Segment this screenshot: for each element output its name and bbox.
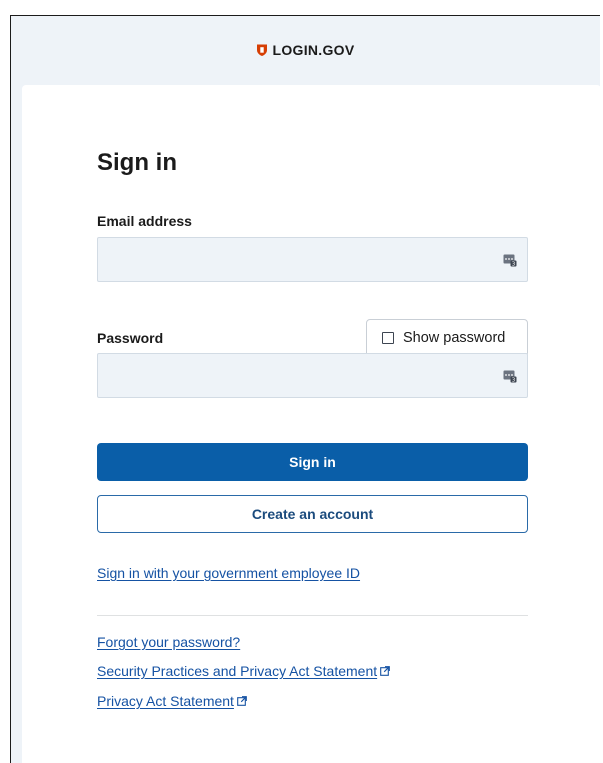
external-link-icon <box>237 696 247 706</box>
show-password-toggle[interactable]: Show password <box>366 319 528 357</box>
piv-cac-sign-in-link[interactable]: Sign in with your government employee ID <box>97 565 360 581</box>
brand-name: LOGIN.GOV <box>272 42 355 58</box>
password-manager-key-icon[interactable]: 3 <box>503 253 517 267</box>
forgot-password-label: Forgot your password? <box>97 634 241 650</box>
email-input[interactable] <box>98 238 527 281</box>
privacy-act-label: Privacy Act Statement <box>97 693 234 709</box>
privacy-act-link[interactable]: Privacy Act Statement <box>97 693 247 709</box>
password-label: Password <box>97 330 164 346</box>
password-input[interactable] <box>98 354 527 397</box>
password-manager-key-icon[interactable]: 3 <box>503 369 517 383</box>
external-link-icon <box>380 666 390 676</box>
sign-in-button[interactable]: Sign in <box>97 443 528 481</box>
login-gov-logo[interactable]: LOGIN.GOV <box>256 42 354 58</box>
show-password-label: Show password <box>403 330 506 346</box>
page-title: Sign in <box>97 149 177 176</box>
site-header: LOGIN.GOV <box>11 16 600 84</box>
security-practices-label: Security Practices and Privacy Act State… <box>97 663 378 679</box>
password-field-container: 3 <box>97 353 528 398</box>
divider <box>97 615 528 616</box>
shield-icon <box>257 44 268 56</box>
piv-cac-sign-in-label: Sign in with your government employee ID <box>97 565 361 581</box>
browser-viewport: LOGIN.GOV Sign in Email address 3 Show p… <box>10 15 600 763</box>
sign-in-card: Sign in Email address 3 Show password Pa… <box>22 85 600 763</box>
email-label: Email address <box>97 213 192 229</box>
svg-text:3: 3 <box>512 378 516 383</box>
create-account-button[interactable]: Create an account <box>97 495 528 533</box>
show-password-checkbox[interactable] <box>382 332 394 344</box>
email-field-container: 3 <box>97 237 528 282</box>
security-practices-link[interactable]: Security Practices and Privacy Act State… <box>97 663 390 679</box>
forgot-password-link[interactable]: Forgot your password? <box>97 634 240 650</box>
svg-text:3: 3 <box>512 262 516 267</box>
